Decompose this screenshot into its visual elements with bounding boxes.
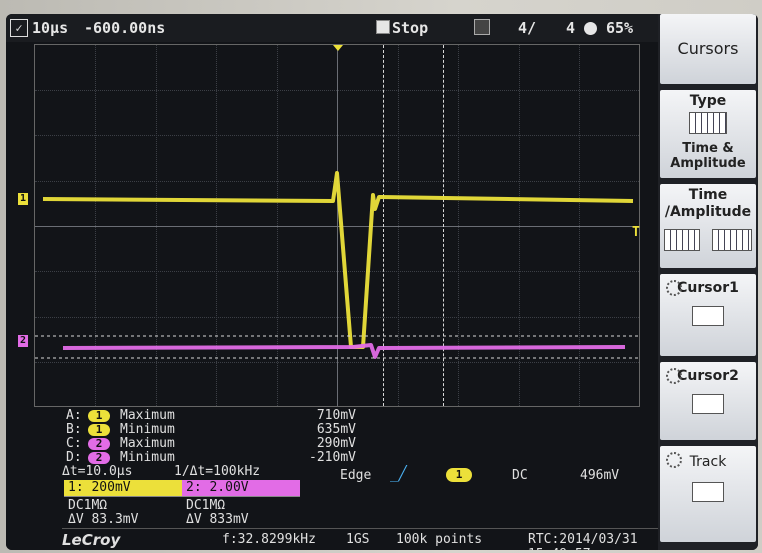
checkbox-icon[interactable]: ✓ — [10, 19, 28, 37]
percent-readout: 65% — [606, 19, 634, 37]
descriptor-divider — [64, 496, 300, 497]
real-time-clock: RTC:2014/03/31 15:49:57 — [528, 532, 638, 550]
trigger-coupling: DC — [512, 468, 528, 483]
sample-rate: 1GS — [346, 532, 370, 547]
gear-icon — [666, 452, 682, 468]
inverse-delta-t-readout: 1/Δt=100kHz — [174, 464, 261, 479]
cursor-mode-button[interactable]: Time /Amplitude — [660, 184, 756, 268]
waveform-plot — [35, 45, 641, 359]
stop-icon — [376, 20, 390, 34]
trigger-level: 496mV — [580, 468, 620, 483]
trigger-channel-badge[interactable]: 1 — [446, 468, 472, 482]
gear-icon — [666, 368, 682, 384]
scope-screen: ✓ 10µs -600.00ns Stop 4/ 4 65% 1 2 T Cur… — [6, 14, 758, 550]
channel-badge: 1 — [88, 410, 110, 422]
cursor2-button[interactable]: Cursor2 — [660, 362, 756, 440]
cursor-menu: Cursors Type Time & Amplitude Time /Ampl… — [658, 14, 758, 550]
grid-type-icon — [689, 112, 727, 134]
timebase-readout[interactable]: 10µs — [32, 19, 68, 37]
cursor-type-value: Time & Amplitude — [670, 141, 746, 171]
run-state[interactable]: Stop — [376, 19, 428, 37]
bottom-status-bar: LeCroy f:32.8299kHz 1GS 100k points RTC:… — [62, 528, 658, 550]
ch1-waveform — [42, 171, 634, 349]
frequency-readout: f:32.8299kHz — [222, 532, 316, 547]
ch1-descriptor[interactable]: 1: 200mV — [64, 480, 182, 496]
record-points: 100k points — [396, 532, 483, 547]
channel-badge: 2 — [88, 452, 110, 464]
rising-edge-icon: _╱ — [390, 466, 407, 482]
top-status-bar: ✓ 10µs -600.00ns Stop 4/ 4 65% — [6, 14, 658, 42]
display-icon[interactable] — [474, 19, 490, 37]
amplitude-mode-icon — [712, 229, 753, 251]
ch1-ground-marker[interactable]: 1 — [18, 193, 28, 205]
ch2-coupling: DC1MΩ — [186, 498, 226, 513]
track-button[interactable]: Track — [660, 446, 756, 542]
time-mode-icon — [663, 229, 700, 251]
record-icon — [584, 19, 597, 37]
cursors-menu-title[interactable]: Cursors — [660, 14, 756, 84]
slot-a: 4/ — [518, 19, 537, 37]
delta-t-readout: Δt=10.0µs — [62, 464, 133, 479]
ch2-delta-v: ΔV 833mV — [186, 512, 249, 527]
cursor-type-button[interactable]: Type Time & Amplitude — [660, 90, 756, 178]
slot-b: 4 — [566, 19, 576, 37]
channel-badge: 1 — [88, 424, 110, 436]
channel-badge: 2 — [88, 438, 110, 450]
delay-readout[interactable]: -600.00ns — [84, 19, 165, 37]
ch1-coupling: DC1MΩ — [68, 498, 108, 513]
ch2-descriptor[interactable]: 2: 2.00V — [182, 480, 300, 496]
cursor1-button[interactable]: Cursor1 — [660, 274, 756, 356]
ch2-waveform — [62, 343, 626, 359]
trigger-type[interactable]: Edge — [340, 468, 371, 483]
measurement-panel: A: 1 Maximum 710mV B: 1 Minimum 635mV C:… — [6, 408, 658, 550]
gear-icon — [666, 280, 682, 296]
track-icon — [692, 482, 724, 502]
trigger-level-marker[interactable]: T — [632, 225, 640, 240]
cursor2-icon — [692, 394, 724, 414]
trigger-position-marker — [333, 45, 343, 51]
cursor1-icon — [692, 306, 724, 326]
ch1-delta-v: ΔV 83.3mV — [68, 512, 139, 527]
brand-logo: LeCroy — [62, 531, 121, 549]
waveform-grid[interactable]: 1 2 T — [18, 44, 641, 407]
ch2-ground-marker[interactable]: 2 — [18, 335, 28, 347]
